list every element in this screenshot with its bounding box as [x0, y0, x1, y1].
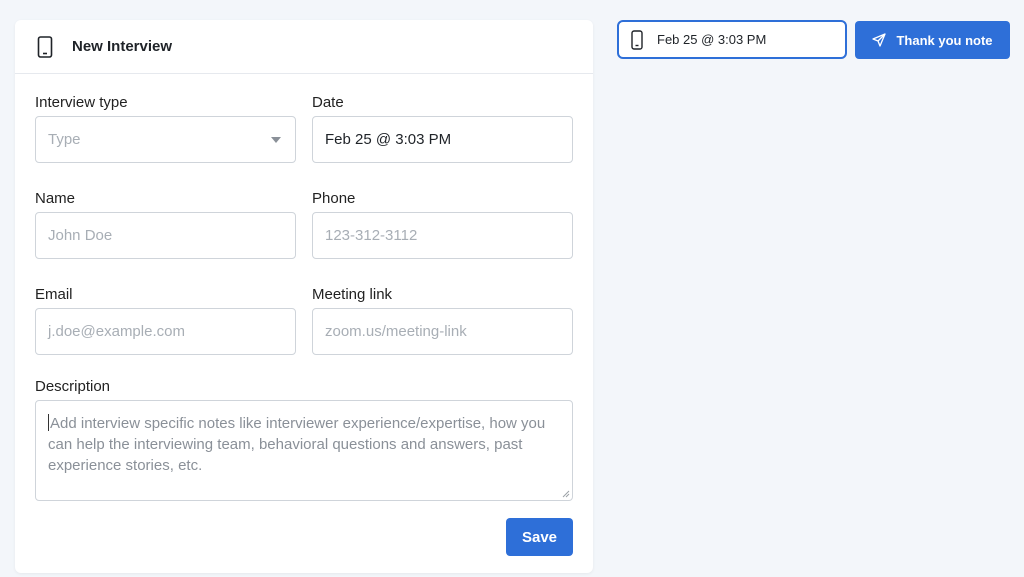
description-placeholder: Add interview specific notes like interv… [48, 415, 546, 474]
resize-handle-icon[interactable] [562, 490, 570, 498]
interview-type-select[interactable]: Type [35, 116, 296, 163]
text-cursor [48, 414, 49, 431]
interview-type-label: Interview type [35, 94, 128, 111]
phone-input[interactable]: 123-312-3112 [312, 212, 573, 259]
new-interview-card: New Interview Interview type Type Date F… [15, 20, 593, 573]
save-button[interactable]: Save [506, 518, 573, 556]
name-label: Name [35, 190, 76, 207]
interview-type-placeholder: Type [48, 131, 81, 148]
meeting-link-label: Meeting link [312, 286, 393, 303]
name-placeholder: John Doe [48, 227, 113, 244]
send-icon [872, 33, 887, 47]
name-input[interactable]: John Doe [35, 212, 296, 259]
thank-you-note-label: Thank you note [896, 32, 993, 48]
thank-you-note-button[interactable]: Thank you note [855, 21, 1010, 59]
date-field[interactable]: Feb 25 @ 3:03 PM [312, 116, 573, 163]
card-title: New Interview [72, 38, 173, 55]
date-chip-label: Feb 25 @ 3:03 PM [657, 32, 767, 47]
meeting-link-placeholder: zoom.us/meeting-link [325, 323, 467, 340]
email-placeholder: j.doe@example.com [48, 323, 185, 340]
date-label: Date [312, 94, 344, 111]
date-value: Feb 25 @ 3:03 PM [325, 131, 452, 148]
chevron-down-icon [271, 137, 281, 143]
meeting-link-input[interactable]: zoom.us/meeting-link [312, 308, 573, 355]
date-chip[interactable]: Feb 25 @ 3:03 PM [617, 20, 847, 59]
card-header: New Interview [15, 20, 593, 74]
description-label: Description [35, 378, 111, 395]
phone-label: Phone [312, 190, 356, 207]
description-textarea[interactable]: Add interview specific notes like interv… [35, 400, 573, 501]
phone-placeholder: 123-312-3112 [325, 227, 418, 244]
phone-icon [631, 29, 643, 50]
email-input[interactable]: j.doe@example.com [35, 308, 296, 355]
email-label: Email [35, 286, 73, 303]
phone-icon [37, 35, 53, 58]
